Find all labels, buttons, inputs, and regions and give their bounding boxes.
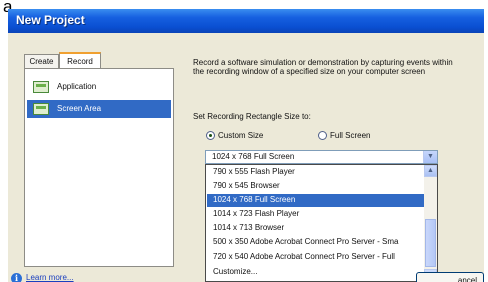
scroll-up-icon[interactable]: ▲ [424,165,437,177]
info-icon: i [11,273,22,282]
radio-checked-icon [206,131,215,140]
rectangle-size-dropdown: 790 x 555 Flash Player 790 x 545 Browser… [205,164,438,282]
rectangle-size-select[interactable]: 1024 x 768 Full Screen ▼ [205,150,438,164]
dropdown-option[interactable]: 790 x 555 Flash Player [207,166,424,179]
scroll-thumb[interactable] [425,219,436,267]
set-rectangle-label: Set Recording Rectangle Size to: [193,112,311,121]
full-screen-label: Full Screen [330,131,371,140]
mode-item-label: Screen Area [57,104,102,113]
dropdown-scrollbar[interactable]: ▲ ▼ [424,165,437,281]
dropdown-option[interactable]: Customize... [207,266,424,279]
chevron-down-icon[interactable]: ▼ [423,151,437,163]
radio-unchecked-icon [318,131,327,140]
application-window-icon [33,81,49,93]
rectangle-size-value: 1024 x 768 Full Screen [212,152,295,161]
custom-size-radio[interactable]: Custom Size [206,130,263,141]
screen-area-icon [33,103,49,115]
tab-create[interactable]: Create [24,54,59,69]
recording-mode-list: Application Screen Area [24,68,174,267]
title-bar[interactable]: New Project [8,9,484,33]
dropdown-option[interactable]: 500 x 350 Adobe Acrobat Connect Pro Serv… [207,236,424,249]
mode-item-screen-area[interactable]: Screen Area [27,100,171,118]
dropdown-option[interactable]: 1014 x 713 Browser [207,222,424,235]
new-project-dialog: New Project Create Record Application Sc… [8,9,484,282]
mode-item-label: Application [57,82,97,91]
window-title: New Project [16,13,85,27]
full-screen-radio[interactable]: Full Screen [318,130,370,141]
cancel-button[interactable]: ancel [416,272,484,282]
tab-record[interactable]: Record [59,52,101,69]
learn-more-link[interactable]: Learn more... [26,272,74,282]
recording-description: Record a software simulation or demonstr… [193,58,453,76]
dropdown-option[interactable]: 790 x 545 Browser [207,180,424,193]
dropdown-option[interactable]: 720 x 540 Adobe Acrobat Connect Pro Serv… [207,251,424,264]
mode-item-application[interactable]: Application [27,78,171,96]
custom-size-label: Custom Size [218,131,264,140]
dropdown-option-selected[interactable]: 1024 x 768 Full Screen [207,194,424,207]
dropdown-option[interactable]: 1014 x 723 Flash Player [207,208,424,221]
